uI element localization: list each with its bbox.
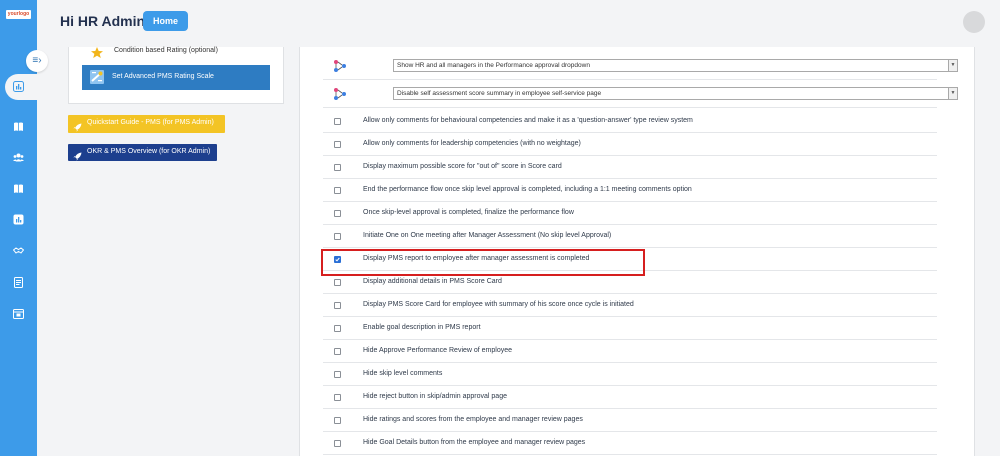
setting-label: Hide Goal Details button from the employ… [363, 439, 586, 446]
setting-label: Allow only comments for behavioural comp… [363, 117, 693, 124]
rocket-icon [73, 148, 82, 161]
setting-row: Once skip-level approval is completed, f… [323, 202, 937, 225]
settings-dropdown-row: Show HR and all managers in the Performa… [323, 53, 958, 80]
rocket-icon [73, 119, 82, 132]
book-icon[interactable] [13, 121, 24, 132]
bar-chart-icon[interactable] [13, 81, 24, 92]
chevron-down-icon: ▼ [948, 88, 957, 99]
setting-row: Hide ratings and scores from the employe… [323, 409, 937, 432]
company-logo: yourlogo [6, 10, 31, 19]
setting-row: Allow only comments for behavioural comp… [323, 110, 937, 133]
setting-label: Hide skip level comments [363, 370, 443, 377]
setting-label: Enable goal description in PMS report [363, 324, 481, 331]
handshake-icon[interactable] [13, 245, 24, 256]
setting-checkbox[interactable] [334, 394, 341, 401]
setting-row: Hide Approve Performance Review of emplo… [323, 340, 937, 363]
setting-row: Initiate One on One meeting after Manage… [323, 225, 937, 248]
setting-checkbox[interactable] [334, 118, 341, 125]
book-icon[interactable] [13, 183, 24, 194]
setting-checkbox[interactable] [334, 210, 341, 217]
chevron-down-icon: ▼ [948, 60, 957, 71]
setting-checkbox[interactable] [334, 348, 341, 355]
setting-row: Hide skip level comments [323, 363, 937, 386]
settings-dropdown-row: Disable self assessment score summary in… [323, 81, 958, 108]
quickstart-guide-button[interactable]: Quickstart Guide - PMS (for PMS Admin) [68, 115, 225, 133]
setting-row: Enable goal description in PMS report [323, 317, 937, 340]
approval-dropdown-value: Show HR and all managers in the Performa… [397, 62, 590, 69]
setting-label: Display additional details in PMS Score … [363, 278, 502, 285]
okr-overview-label: OKR & PMS Overview (for OKR Admin) [87, 148, 211, 155]
setting-row: End the performance flow once skip level… [323, 179, 937, 202]
workflow-icon [333, 59, 347, 73]
setting-checkbox[interactable] [334, 325, 341, 332]
calendar-icon[interactable] [13, 308, 24, 319]
setting-checkbox[interactable] [334, 279, 341, 286]
quickstart-guide-label: Quickstart Guide - PMS (for PMS Admin) [87, 119, 214, 126]
approval-dropdown-select[interactable]: Show HR and all managers in the Performa… [393, 59, 958, 72]
advanced-rating-scale-label: Set Advanced PMS Rating Scale [112, 73, 214, 80]
collapse-menu-icon[interactable]: ≡› [26, 50, 48, 72]
setting-label: End the performance flow once skip level… [363, 186, 692, 193]
setting-label: Hide reject button in skip/admin approva… [363, 393, 507, 400]
setting-label: Allow only comments for leadership compe… [363, 140, 581, 147]
workflow-icon [333, 87, 347, 101]
avatar[interactable] [963, 11, 985, 33]
condition-based-rating-label[interactable]: Condition based Rating (optional) [114, 47, 218, 54]
setting-label: Once skip-level approval is completed, f… [363, 209, 574, 216]
setting-row: Display maximum possible score for "out … [323, 156, 937, 179]
setting-checkbox[interactable] [334, 440, 341, 447]
setting-label: Hide ratings and scores from the employe… [363, 416, 583, 423]
setting-checkbox[interactable] [334, 187, 341, 194]
setting-checkbox[interactable] [334, 371, 341, 378]
okr-overview-button[interactable]: OKR & PMS Overview (for OKR Admin) [68, 144, 217, 161]
users-icon[interactable] [13, 152, 24, 163]
star-icon [90, 46, 104, 58]
setting-checkbox[interactable] [334, 233, 341, 240]
page-greeting: Hi HR Admin [60, 13, 146, 29]
self-assessment-dropdown-value: Disable self assessment score summary in… [397, 90, 602, 97]
setting-checkbox[interactable] [334, 141, 341, 148]
rating-options-card: Condition based Rating (optional) Set Ad… [68, 47, 284, 104]
setting-row: Display PMS Score Card for employee with… [323, 294, 937, 317]
advanced-rating-scale-button[interactable]: Set Advanced PMS Rating Scale [82, 65, 270, 90]
setting-row: Hide Goal Details button from the employ… [323, 432, 937, 455]
setting-label: Display PMS Score Card for employee with… [363, 301, 634, 308]
setting-row: Allow only comments for leadership compe… [323, 133, 937, 156]
setting-checkbox[interactable] [334, 164, 341, 171]
setting-checkbox[interactable] [334, 302, 341, 309]
rating-scale-icon [90, 70, 104, 84]
checklist-icon[interactable] [13, 277, 24, 288]
self-assessment-dropdown-select[interactable]: Disable self assessment score summary in… [393, 87, 958, 100]
setting-row: Hide reject button in skip/admin approva… [323, 386, 937, 409]
setting-checkbox[interactable] [334, 417, 341, 424]
setting-label: Hide Approve Performance Review of emplo… [363, 347, 513, 354]
highlight-box [321, 249, 645, 276]
report-icon[interactable] [13, 214, 24, 225]
home-button[interactable]: Home [143, 11, 188, 31]
setting-label: Initiate One on One meeting after Manage… [363, 232, 612, 239]
setting-label: Display maximum possible score for "out … [363, 163, 562, 170]
